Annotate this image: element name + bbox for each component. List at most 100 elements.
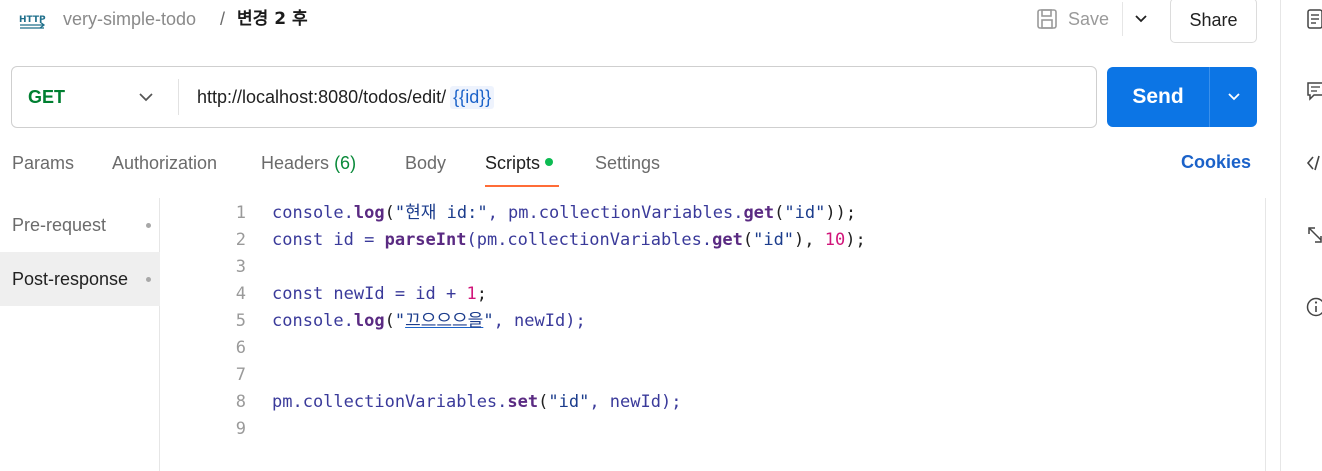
code-token: ( (384, 203, 395, 223)
line-number: 9 (235, 419, 246, 439)
code-token: ( (742, 230, 754, 250)
request-tabs: Params Authorization Headers (6) Body Sc… (0, 140, 1270, 188)
save-label: Save (1068, 8, 1110, 29)
scripts-nav: Pre-request Post-response (0, 198, 160, 471)
code-token: const newId = id + (272, 284, 467, 304)
headers-count: (6) (334, 153, 357, 173)
code-line[interactable]: const id = parseInt(pm.collectionVariabl… (272, 227, 866, 254)
code-token: "id" (784, 203, 826, 223)
url-input[interactable]: http://localhost:8080/todos/edit/ {{id}} (197, 67, 495, 127)
code-token: ); (845, 230, 866, 250)
script-editor[interactable]: 1 2 3 4 5 6 7 8 9 console.log("현재 id:", … (161, 198, 1266, 471)
nav-post-response-label: Post-response (12, 268, 129, 289)
chevron-down-icon (1227, 93, 1240, 101)
send-button[interactable]: Send (1107, 67, 1209, 127)
code-token: )); (825, 203, 857, 223)
nav-pre-request-label: Pre-request (12, 214, 107, 235)
chevron-down-icon (1134, 15, 1147, 23)
info-icon[interactable] (1305, 296, 1322, 318)
share-button[interactable]: Share (1170, 0, 1257, 43)
tab-authorization[interactable]: Authorization (112, 152, 217, 174)
tab-params[interactable]: Params (12, 152, 74, 174)
http-request-icon: HTTP (19, 15, 46, 29)
documentation-icon[interactable] (1305, 8, 1322, 30)
method-select[interactable]: GET (28, 67, 65, 127)
line-number: 5 (235, 311, 246, 331)
code-token: ), (794, 230, 825, 250)
code-token-misspelled: 끄으으으을 (405, 311, 484, 331)
tab-scripts-label: Scripts (485, 153, 541, 173)
code-token: console. (272, 203, 354, 223)
related-requests-icon[interactable] (1305, 224, 1322, 246)
code-token: console. (272, 311, 354, 331)
code-token: ; (476, 284, 487, 304)
share-label: Share (1189, 10, 1238, 30)
code-token: get (712, 230, 743, 250)
code-token: "id" (753, 230, 795, 250)
request-name[interactable]: 변경 2 후 (237, 8, 308, 30)
code-token: ( (384, 311, 395, 331)
code-token: ( (774, 203, 785, 223)
cookies-link[interactable]: Cookies (1181, 152, 1251, 173)
request-header: HTTP very-simple-todo / 변경 2 후 Save Shar… (0, 0, 1280, 44)
code-token: log (353, 311, 385, 331)
code-token: , newId); (589, 392, 682, 412)
send-options-button[interactable] (1210, 67, 1257, 127)
line-number: 2 (235, 230, 246, 250)
url-base: http://localhost:8080/todos/edit/ (197, 86, 447, 107)
tab-scripts[interactable]: Scripts (485, 152, 554, 174)
code-line[interactable]: console.log("현재 id:", pm.collectionVaria… (272, 200, 856, 227)
code-token: get (743, 203, 775, 223)
code-token: 1 (466, 284, 477, 304)
save-button[interactable]: Save (1030, 2, 1120, 36)
line-number: 3 (235, 257, 246, 277)
nav-post-response[interactable]: Post-response (0, 252, 160, 306)
code-token: " (483, 311, 494, 331)
scripts-active-dot (545, 158, 554, 166)
code-token: "현재 id:" (394, 203, 488, 223)
nav-pre-request[interactable]: Pre-request (0, 198, 160, 252)
url-bar: GET http://localhost:8080/todos/edit/ {{… (11, 66, 1097, 128)
code-token: "id" (548, 392, 590, 412)
tab-headers-label: Headers (261, 153, 330, 173)
code-token: parseInt (384, 230, 467, 250)
code-token: log (353, 203, 385, 223)
code-line[interactable]: console.log("끄으으으을", newId); (272, 308, 586, 335)
status-dot (146, 277, 151, 282)
code-token: 10 (824, 230, 846, 250)
breadcrumb-separator: / (220, 9, 226, 29)
active-tab-underline (485, 185, 559, 187)
comments-icon[interactable] (1305, 80, 1322, 102)
editor-scrollbar[interactable] (1265, 198, 1266, 471)
code-token: ( (538, 392, 549, 412)
save-icon (1037, 9, 1057, 29)
method-label: GET (28, 86, 66, 107)
send-label: Send (1132, 85, 1184, 108)
code-line[interactable]: const newId = id + 1; (272, 281, 487, 308)
line-number: 8 (235, 392, 246, 412)
send-button-group: Send (1107, 67, 1257, 127)
code-line[interactable]: pm.collectionVariables.set("id", newId); (272, 389, 681, 416)
code-icon[interactable] (1305, 152, 1322, 174)
save-options-button[interactable] (1122, 2, 1158, 36)
url-divider (178, 79, 179, 115)
status-dot (146, 223, 151, 228)
code-token: const id = (272, 230, 385, 250)
line-number: 6 (235, 338, 246, 358)
line-number: 4 (235, 284, 246, 304)
code-token: , pm.collectionVariables. (487, 203, 744, 223)
url-variable[interactable]: {{id}} (450, 85, 495, 109)
code-token: , newId); (493, 311, 586, 331)
code-token: pm.collectionVariables. (272, 392, 508, 412)
chevron-down-icon[interactable] (136, 87, 156, 107)
code-token: set (507, 392, 539, 412)
tab-body[interactable]: Body (405, 152, 446, 174)
code-token: (pm.collectionVariables. (466, 230, 713, 250)
line-number: 1 (235, 203, 246, 223)
line-number: 7 (235, 365, 246, 385)
code-token: " (394, 311, 406, 331)
breadcrumb-collection[interactable]: very-simple-todo (63, 8, 196, 30)
tab-headers[interactable]: Headers (6) (261, 152, 356, 174)
right-sidebar (1280, 0, 1322, 471)
tab-settings[interactable]: Settings (595, 152, 660, 174)
